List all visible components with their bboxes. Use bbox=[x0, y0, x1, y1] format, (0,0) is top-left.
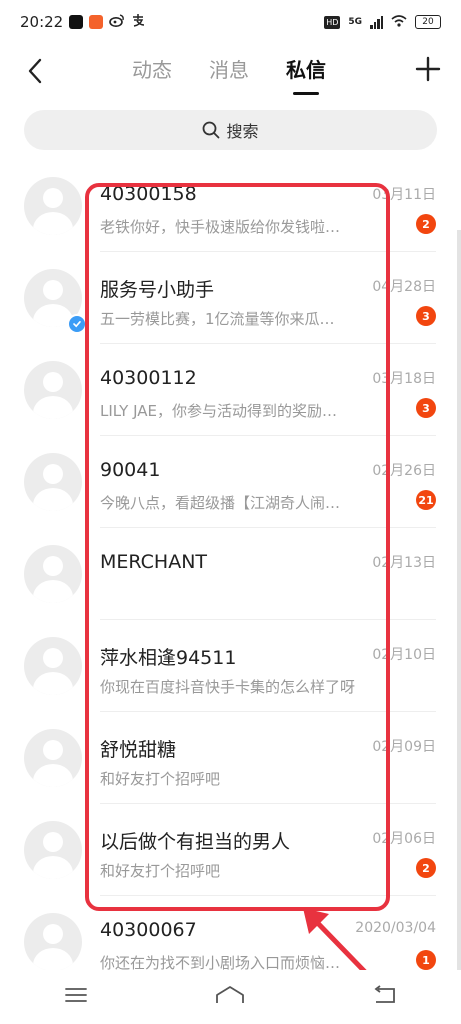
conversation-name: 40300158 bbox=[100, 183, 197, 205]
unread-badge: 21 bbox=[416, 490, 436, 510]
app-notification-icon bbox=[89, 15, 104, 29]
network-type: 5G bbox=[348, 17, 362, 27]
conversation-list: 40300158 老铁你好，快手极速版给你发钱啦… 03月11日 2 服务号小助手五一劳… bbox=[0, 160, 461, 988]
tab-bar: 动态 消息 私信 bbox=[130, 54, 328, 83]
conversation-row[interactable]: MERCHANT 02月13日 bbox=[0, 528, 461, 620]
conversation-date: 02月06日 bbox=[372, 831, 436, 847]
conversation-preview: 五一劳模比赛，1亿流量等你来瓜… bbox=[100, 310, 335, 328]
tab-dynamics[interactable]: 动态 bbox=[130, 54, 174, 83]
conversation-preview: 老铁你好，快手极速版给你发钱啦… bbox=[100, 218, 341, 236]
unread-badge: 3 bbox=[416, 398, 436, 418]
conversation-date: 02月26日 bbox=[372, 463, 436, 479]
hd-icon: HD bbox=[324, 15, 341, 29]
avatar[interactable] bbox=[24, 361, 82, 419]
avatar[interactable] bbox=[24, 821, 82, 879]
conversation-preview: 今晚八点，看超级播【江湖奇人闹… bbox=[100, 494, 341, 512]
conversation-date: 03月18日 bbox=[372, 371, 436, 387]
scrollbar[interactable] bbox=[457, 230, 461, 970]
conversation-name: 萍水相逢94511 bbox=[100, 647, 237, 669]
avatar[interactable] bbox=[24, 913, 82, 971]
return-button[interactable] bbox=[372, 985, 398, 1009]
return-icon bbox=[374, 985, 395, 1003]
conversation-row[interactable]: 服务号小助手五一劳模比赛，1亿流量等你来瓜… 04月28日 3 bbox=[0, 252, 461, 344]
home-icon bbox=[215, 986, 244, 1003]
conversation-date: 03月11日 bbox=[372, 187, 436, 203]
conversation-row[interactable]: 40300158 老铁你好，快手极速版给你发钱啦… 03月11日 2 bbox=[0, 160, 461, 252]
tiktok-notification-icon bbox=[69, 15, 84, 29]
avatar[interactable] bbox=[24, 545, 82, 603]
tab-private-messages[interactable]: 私信 bbox=[284, 54, 328, 83]
search-label: 搜索 bbox=[226, 122, 259, 141]
unread-badge: 2 bbox=[416, 214, 436, 234]
conversation-row[interactable]: 萍水相逢94511 你现在百度抖音快手卡集的怎么样了呀 02月10日 bbox=[0, 620, 461, 712]
conversation-name: 40300112 bbox=[100, 367, 197, 389]
alipay-notification-icon bbox=[131, 13, 145, 31]
menu-icon bbox=[64, 988, 87, 1002]
conversation-preview: 和好友打个招呼吧 bbox=[100, 862, 221, 880]
avatar[interactable] bbox=[24, 177, 82, 235]
conversation-date: 2020/03/04 bbox=[355, 920, 436, 936]
conversation-name: 40300067 bbox=[100, 919, 197, 941]
back-arrow-icon bbox=[28, 58, 42, 84]
conversation-preview: 你现在百度抖音快手卡集的怎么样了呀 bbox=[100, 678, 356, 696]
status-bar: 20:22 HD 5G 20 bbox=[0, 0, 461, 44]
conversation-date: 04月28日 bbox=[372, 279, 436, 295]
wifi-icon bbox=[391, 14, 407, 30]
search-bar[interactable]: 搜索 bbox=[24, 110, 437, 150]
conversation-name: 舒悦甜糖 bbox=[100, 739, 177, 761]
conversation-name: 90041 bbox=[100, 459, 161, 481]
conversation-name: MERCHANT bbox=[100, 551, 208, 573]
battery-icon: 20 bbox=[415, 15, 441, 29]
back-button[interactable] bbox=[20, 56, 50, 86]
home-button[interactable] bbox=[215, 985, 245, 1009]
avatar[interactable] bbox=[24, 637, 82, 695]
verified-check-icon bbox=[67, 314, 87, 334]
battery-level: 20 bbox=[422, 17, 434, 27]
system-nav-bar bbox=[0, 970, 461, 1024]
status-time: 20:22 bbox=[20, 13, 64, 31]
conversation-name: 服务号小助手 bbox=[100, 279, 215, 301]
tab-messages[interactable]: 消息 bbox=[207, 54, 251, 83]
conversation-row[interactable]: 40300112 LILY JAE，你参与活动得到的奖励… 03月18日 3 bbox=[0, 344, 461, 436]
unread-badge: 1 bbox=[416, 950, 436, 970]
add-button[interactable] bbox=[413, 54, 443, 84]
conversation-name: 以后做个有担当的男人 bbox=[100, 831, 291, 853]
signal-icon bbox=[370, 15, 383, 29]
plus-icon bbox=[415, 56, 441, 82]
unread-badge: 2 bbox=[416, 858, 436, 878]
nav-bar: 动态 消息 私信 bbox=[0, 44, 461, 100]
conversation-preview: 和好友打个招呼吧 bbox=[100, 770, 221, 788]
menu-button[interactable] bbox=[64, 986, 88, 1008]
conversation-row[interactable]: 舒悦甜糖和好友打个招呼吧 02月09日 bbox=[0, 712, 461, 804]
conversation-date: 02月09日 bbox=[372, 739, 436, 755]
search-icon bbox=[203, 121, 220, 139]
conversation-preview: LILY JAE，你参与活动得到的奖励… bbox=[100, 402, 337, 420]
unread-badge: 3 bbox=[416, 306, 436, 326]
weibo-notification-icon bbox=[109, 13, 125, 31]
conversation-date: 02月13日 bbox=[372, 555, 436, 571]
avatar[interactable] bbox=[24, 729, 82, 787]
conversation-row[interactable]: 以后做个有担当的男人和好友打个招呼吧 02月06日 2 bbox=[0, 804, 461, 896]
conversation-date: 02月10日 bbox=[372, 647, 436, 663]
conversation-row[interactable]: 90041 今晚八点，看超级播【江湖奇人闹… 02月26日 21 bbox=[0, 436, 461, 528]
avatar[interactable] bbox=[24, 453, 82, 511]
